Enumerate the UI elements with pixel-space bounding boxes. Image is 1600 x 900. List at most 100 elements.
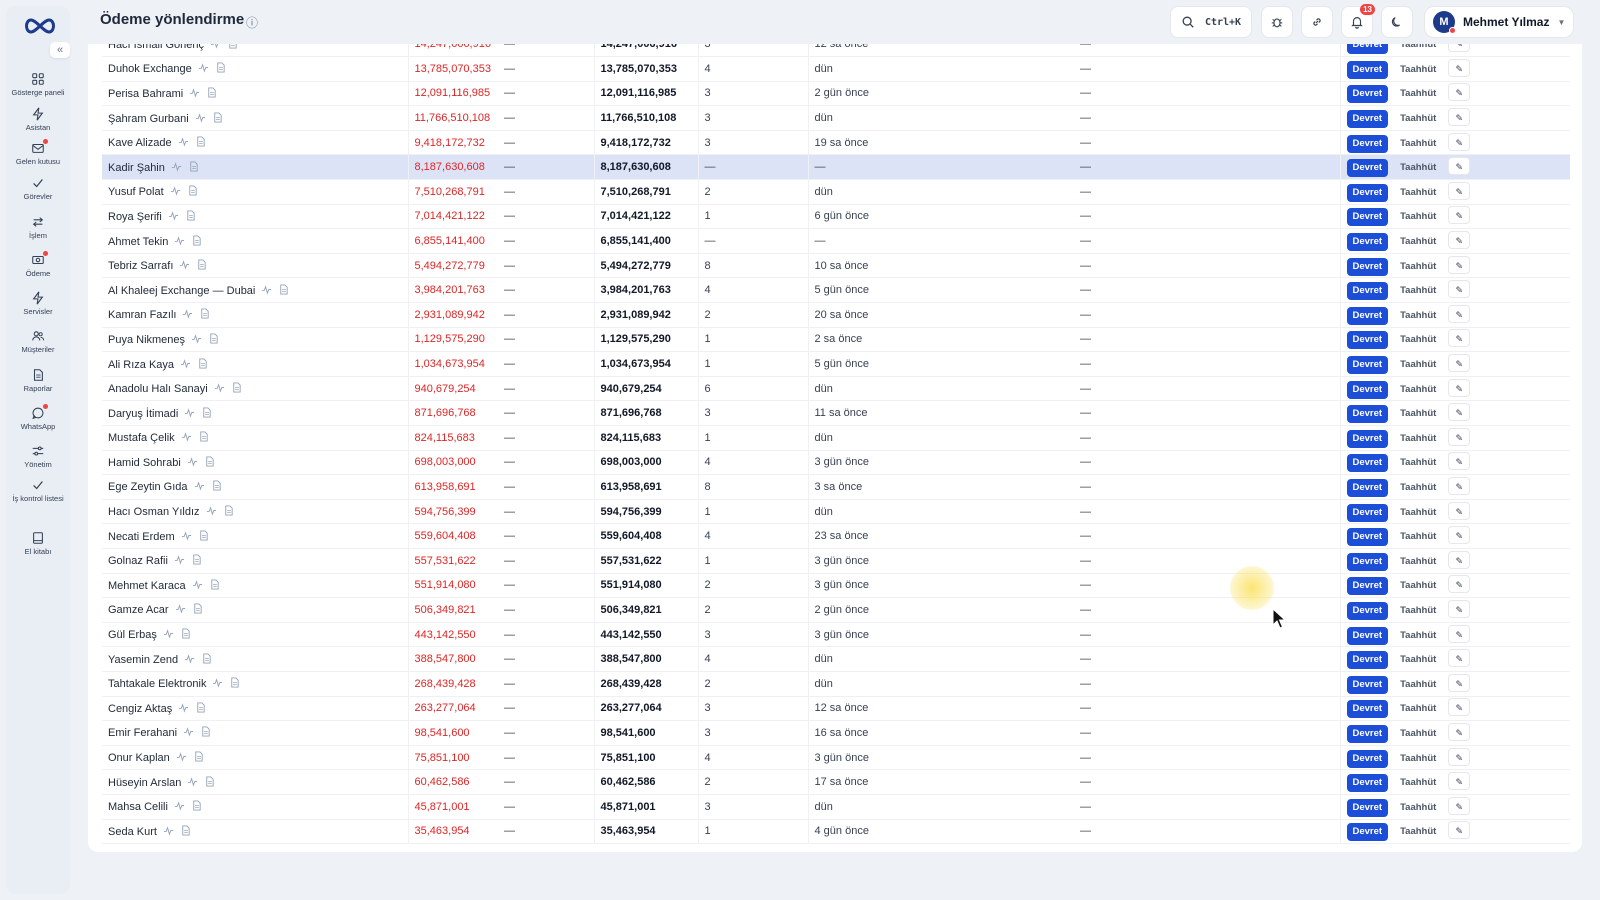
activity-icon[interactable] bbox=[187, 776, 198, 787]
table-row[interactable]: Hamid Sohrabi 698,003,000—698,003,000 4 3 g… bbox=[102, 450, 1570, 476]
document-icon[interactable] bbox=[196, 259, 207, 270]
edit-pencil-icon[interactable]: ✎ bbox=[1448, 550, 1471, 569]
debug-button[interactable] bbox=[1261, 6, 1293, 38]
activity-icon[interactable] bbox=[261, 284, 272, 295]
collapse-sidebar-button[interactable]: « bbox=[50, 42, 70, 58]
document-icon[interactable] bbox=[195, 136, 206, 147]
transfer-button[interactable]: Devret bbox=[1346, 134, 1389, 153]
customer-name[interactable]: Ahmet Tekin bbox=[108, 236, 168, 248]
table-row[interactable]: Daryuş İtimadi 871,696,768—871,696,768 3 11… bbox=[102, 400, 1570, 426]
commit-button[interactable]: Taahhüt bbox=[1394, 208, 1442, 226]
table-row[interactable]: Kamran Fazılı 2,931,089,942—2,931,089,942… bbox=[102, 302, 1570, 328]
transfer-button[interactable]: Devret bbox=[1346, 749, 1389, 768]
commit-button[interactable]: Taahhüt bbox=[1394, 44, 1442, 54]
edit-pencil-icon[interactable]: ✎ bbox=[1448, 476, 1471, 495]
document-icon[interactable] bbox=[212, 112, 223, 123]
table-row[interactable]: Puya Nikmeneş 1,129,575,290—1,129,575,290… bbox=[102, 327, 1570, 353]
transfer-button[interactable]: Devret bbox=[1346, 60, 1389, 79]
commit-button[interactable]: Taahhüt bbox=[1394, 602, 1442, 620]
commit-button[interactable]: Taahhüt bbox=[1394, 725, 1442, 743]
table-row[interactable]: Mustafa Çelik 824,115,683—824,115,683 1 dün… bbox=[102, 425, 1570, 451]
activity-icon[interactable] bbox=[182, 308, 193, 319]
commit-button[interactable]: Taahhüt bbox=[1394, 750, 1442, 768]
commit-button[interactable]: Taahhüt bbox=[1394, 282, 1442, 300]
activity-icon[interactable] bbox=[187, 456, 198, 467]
table-row[interactable]: Ahmet Tekin 6,855,141,400—6,855,141,400— —… bbox=[102, 228, 1570, 254]
activity-icon[interactable] bbox=[171, 161, 182, 172]
transfer-button[interactable]: Devret bbox=[1346, 528, 1389, 547]
document-icon[interactable] bbox=[187, 185, 198, 196]
activity-icon[interactable] bbox=[214, 382, 225, 393]
edit-pencil-icon[interactable]: ✎ bbox=[1448, 772, 1471, 791]
table-row[interactable]: Gül Erbaş 443,142,550—443,142,550 3 3 gün ö… bbox=[102, 622, 1570, 648]
document-icon[interactable] bbox=[188, 161, 199, 172]
edit-pencil-icon[interactable]: ✎ bbox=[1448, 526, 1471, 545]
document-icon[interactable] bbox=[231, 382, 242, 393]
activity-icon[interactable] bbox=[210, 44, 221, 49]
edit-pencil-icon[interactable]: ✎ bbox=[1448, 427, 1471, 446]
activity-icon[interactable] bbox=[170, 185, 181, 196]
customer-name[interactable]: Puya Nikmeneş bbox=[108, 334, 185, 346]
activity-icon[interactable] bbox=[179, 259, 190, 270]
edit-pencil-icon[interactable]: ✎ bbox=[1448, 501, 1471, 520]
document-icon[interactable] bbox=[193, 751, 204, 762]
customer-name[interactable]: Hacı İsmail Gönenç bbox=[108, 44, 204, 51]
document-icon[interactable] bbox=[180, 628, 191, 639]
table-row[interactable]: Cengiz Aktaş 263,277,064—263,277,064 3 12 s… bbox=[102, 696, 1570, 722]
transfer-button[interactable]: Devret bbox=[1346, 823, 1389, 842]
table-row[interactable]: Hacı Osman Yıldız 594,756,399—594,756,399… bbox=[102, 499, 1570, 525]
edit-pencil-icon[interactable]: ✎ bbox=[1448, 599, 1471, 618]
customer-name[interactable]: Duhok Exchange bbox=[108, 63, 192, 75]
dark-mode-toggle[interactable] bbox=[1381, 6, 1413, 38]
customer-name[interactable]: Hacı Osman Yıldız bbox=[108, 506, 200, 518]
customer-name[interactable]: Roya Şerifi bbox=[108, 211, 162, 223]
transfer-button[interactable]: Devret bbox=[1346, 356, 1389, 375]
sidebar-item-7[interactable]: Servisler bbox=[6, 291, 70, 316]
commit-button[interactable]: Taahhüt bbox=[1394, 454, 1442, 472]
table-row[interactable]: Tebriz Sarrafı 5,494,272,779—5,494,272,77… bbox=[102, 253, 1570, 279]
commit-button[interactable]: Taahhüt bbox=[1394, 799, 1442, 817]
document-icon[interactable] bbox=[192, 603, 203, 614]
transfer-button[interactable]: Devret bbox=[1346, 601, 1389, 620]
customer-name[interactable]: Daryuş İtimadi bbox=[108, 408, 178, 420]
commit-button[interactable]: Taahhüt bbox=[1394, 676, 1442, 694]
edit-pencil-icon[interactable]: ✎ bbox=[1448, 722, 1471, 741]
transfer-button[interactable]: Devret bbox=[1346, 552, 1389, 571]
commit-button[interactable]: Taahhüt bbox=[1394, 381, 1442, 399]
edit-pencil-icon[interactable]: ✎ bbox=[1448, 255, 1471, 274]
table-row[interactable]: Kave Alizade 9,418,172,732—9,418,172,732 3… bbox=[102, 130, 1570, 156]
document-icon[interactable] bbox=[191, 800, 202, 811]
customer-name[interactable]: Mustafa Çelik bbox=[108, 432, 175, 444]
transfer-button[interactable]: Devret bbox=[1346, 454, 1389, 473]
edit-pencil-icon[interactable]: ✎ bbox=[1448, 304, 1471, 323]
edit-pencil-icon[interactable]: ✎ bbox=[1448, 649, 1471, 668]
commit-button[interactable]: Taahhüt bbox=[1394, 430, 1442, 448]
transfer-button[interactable]: Devret bbox=[1346, 44, 1389, 55]
activity-icon[interactable] bbox=[180, 358, 191, 369]
table-row[interactable]: Tahtakale Elektronik 268,439,428—268,439,… bbox=[102, 671, 1570, 697]
transfer-button[interactable]: Devret bbox=[1346, 675, 1389, 694]
transfer-button[interactable]: Devret bbox=[1346, 85, 1389, 104]
document-icon[interactable] bbox=[185, 210, 196, 221]
customer-name[interactable]: Anadolu Halı Sanayi bbox=[108, 383, 208, 395]
sidebar-item-1[interactable]: Gösterge paneli bbox=[6, 72, 70, 97]
activity-icon[interactable] bbox=[192, 579, 203, 590]
transfer-button[interactable]: Devret bbox=[1346, 798, 1389, 817]
table-row[interactable]: Yasemin Zend 388,547,800—388,547,800 4 dün —… bbox=[102, 646, 1570, 672]
sidebar-item-2[interactable]: Asistan bbox=[6, 107, 70, 132]
transfer-button[interactable]: Devret bbox=[1346, 331, 1389, 350]
sidebar-item-3[interactable]: Gelen kutusu bbox=[6, 139, 70, 166]
commit-button[interactable]: Taahhüt bbox=[1394, 61, 1442, 79]
customer-name[interactable]: Seda Kurt bbox=[108, 826, 157, 838]
customer-name[interactable]: Cengiz Aktaş bbox=[108, 703, 172, 715]
document-icon[interactable] bbox=[201, 407, 212, 418]
edit-pencil-icon[interactable]: ✎ bbox=[1448, 280, 1471, 299]
edit-pencil-icon[interactable]: ✎ bbox=[1448, 181, 1471, 200]
sidebar-item-9[interactable]: Raporlar bbox=[6, 368, 70, 393]
transfer-button[interactable]: Devret bbox=[1346, 429, 1389, 448]
customer-name[interactable]: Gül Erbaş bbox=[108, 629, 157, 641]
activity-icon[interactable] bbox=[191, 333, 202, 344]
document-icon[interactable] bbox=[180, 825, 191, 836]
table-row[interactable]: Hacı İsmail Gönenç 14,247,006,916—14,247,… bbox=[102, 44, 1570, 58]
activity-icon[interactable] bbox=[184, 407, 195, 418]
